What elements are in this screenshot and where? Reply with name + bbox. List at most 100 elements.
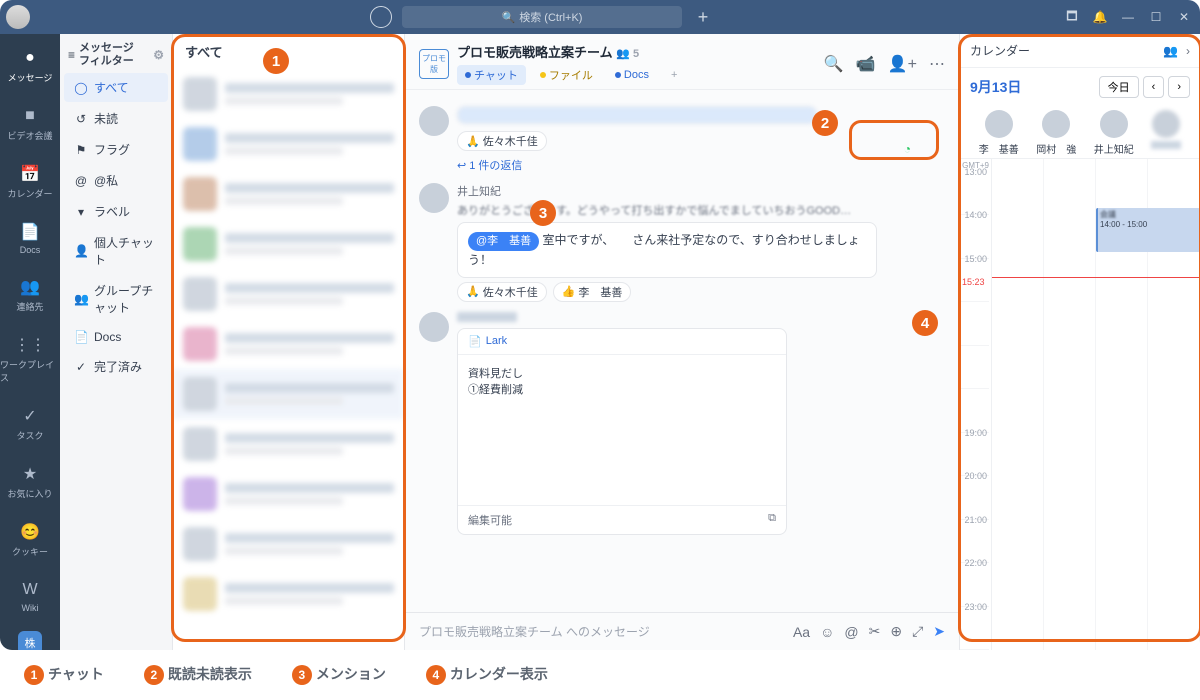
chat-list: すべて xyxy=(173,34,405,650)
filter-column: ≡ メッセージ フィルター ⚙ ◯すべて ↺未読 ⚑フラグ @@私 ▾ラベル 👤… xyxy=(60,34,173,650)
nav-contacts[interactable]: 👥連絡先 xyxy=(16,273,43,317)
filter-flag[interactable]: ⚑フラグ xyxy=(64,135,168,164)
person[interactable]: 井上知紀 xyxy=(1094,110,1134,156)
close-icon[interactable]: ✕ xyxy=(1174,7,1194,27)
filter-dm[interactable]: 👤個人チャット xyxy=(64,228,168,274)
message-bubble: @李 基善 室中ですが、 さん来社予定なので、すり合わせしましょう！ xyxy=(457,222,877,278)
format-icon[interactable]: Aa xyxy=(793,624,810,640)
nav-video[interactable]: ■ビデオ会議 xyxy=(7,102,52,146)
tab-chat[interactable]: チャット xyxy=(457,65,526,85)
callout-2: 2 xyxy=(812,110,838,136)
minimize-icon[interactable]: — xyxy=(1118,7,1138,27)
gear-icon[interactable]: ⚙ xyxy=(153,48,164,62)
room-title: プロモ販売戦略立案チーム 👥 5 xyxy=(457,42,685,61)
avatar[interactable] xyxy=(419,106,449,136)
reply-count[interactable]: ↩ 1 件の返信 xyxy=(457,157,945,173)
chevron-right-icon[interactable]: › xyxy=(1186,44,1190,58)
smile-icon: 😊 xyxy=(20,522,40,542)
nav-task[interactable]: ✓タスク xyxy=(16,402,43,446)
maximize-icon[interactable]: ☐ xyxy=(1146,7,1166,27)
chat-header: プロモ版 プロモ販売戦略立案チーム 👥 5 チャット ファイル Docs + 🔍… xyxy=(405,34,959,90)
tab-docs[interactable]: Docs xyxy=(607,67,657,83)
calendar-header: カレンダー 👥 › xyxy=(960,34,1200,68)
org-badge[interactable]: 株 xyxy=(18,631,42,650)
legend: 1チャット 2既読未読表示 3メンション 4カレンダー表示 xyxy=(0,650,1200,699)
filter-done[interactable]: ✓完了済み xyxy=(64,352,168,381)
message: 📄 Lark 資料見だし ①経費削減 編集可能⧉ xyxy=(419,312,945,535)
search-in-chat-icon[interactable]: 🔍 xyxy=(824,54,844,74)
nav-wiki[interactable]: WWiki xyxy=(20,576,40,617)
tab-add[interactable]: + xyxy=(663,67,685,83)
titlebar: 🔍 検索 (Ctrl+K) + 🗖 🔔 — ☐ ✕ xyxy=(0,0,1200,34)
nav-calendar[interactable]: 📅カレンダー xyxy=(7,160,52,204)
nav-favorite[interactable]: ★お気に入り xyxy=(7,460,52,504)
grid-icon: ⋮⋮ xyxy=(20,335,40,355)
profile-avatar[interactable] xyxy=(6,5,30,29)
at-icon[interactable]: @ xyxy=(844,624,858,640)
calendar-icon: 📅 xyxy=(20,164,40,184)
scissors-icon[interactable]: ✂ xyxy=(869,623,881,640)
doc-header: 📄 Lark xyxy=(458,329,786,355)
avatar[interactable] xyxy=(419,312,449,342)
filter-all[interactable]: ◯すべて xyxy=(64,73,168,102)
mention-chip[interactable]: @李 基善 xyxy=(468,232,539,251)
star-icon: ★ xyxy=(20,464,40,484)
nav-messages[interactable]: ●メッセージ xyxy=(8,44,53,88)
menu-icon[interactable]: ≡ xyxy=(68,48,75,62)
nav-workplace[interactable]: ⋮⋮ワークプレイス xyxy=(0,331,60,388)
task-icon: ✓ xyxy=(20,406,40,426)
calendar-people: 李 基善 岡村 強 井上知紀 xyxy=(960,106,1200,159)
filter-group[interactable]: 👥グループチャット xyxy=(64,276,168,322)
doc-card[interactable]: 📄 Lark 資料見だし ①経費削減 編集可能⧉ xyxy=(457,328,787,535)
layout-icon[interactable]: 🗖 xyxy=(1062,7,1082,27)
chat-body: 🙏 佐々木千佳 ↩ 1 件の返信 ◔ 井上知紀 ありがとうございます。どうやって… xyxy=(405,90,959,612)
person[interactable] xyxy=(1151,110,1181,156)
history-icon[interactable] xyxy=(370,6,392,28)
video-icon: ■ xyxy=(20,106,40,126)
chat-input[interactable]: プロモ販売戦略立案チーム へのメッセージ Aa ☺ @ ✂ ⊕ ⤢ ➤ xyxy=(405,612,959,650)
prev-button[interactable]: ‹ xyxy=(1143,76,1165,98)
emoji-icon[interactable]: ☺ xyxy=(820,624,834,640)
filter-docs[interactable]: 📄Docs xyxy=(64,324,168,350)
filter-header: ≡ メッセージ フィルター ⚙ xyxy=(60,34,172,72)
send-icon[interactable]: ➤ xyxy=(933,623,945,640)
reaction[interactable]: 👍 李 基善 xyxy=(553,282,632,302)
reaction[interactable]: 🙏 佐々木千佳 xyxy=(457,282,547,302)
nav-cookie[interactable]: 😊クッキー xyxy=(12,518,48,562)
expand-icon[interactable]: ⤢ xyxy=(912,623,923,640)
contacts-icon: 👥 xyxy=(20,277,40,297)
today-button[interactable]: 今日 xyxy=(1099,76,1139,98)
calendar-event[interactable]: 会議14:00 - 15:00 xyxy=(1096,208,1200,252)
search-input[interactable]: 🔍 検索 (Ctrl+K) xyxy=(402,6,682,28)
person[interactable]: 李 基善 xyxy=(979,110,1019,156)
next-button[interactable]: › xyxy=(1168,76,1190,98)
wiki-icon: W xyxy=(20,580,40,600)
new-button[interactable]: + xyxy=(692,6,714,28)
plus-circle-icon[interactable]: ⊕ xyxy=(890,623,902,640)
calendar-grid[interactable]: GMT+9 13:00 14:00 15:00 19:00 20:00 21:0… xyxy=(960,159,1200,650)
message: 井上知紀 ありがとうございます。どうやって打ち出すかで悩んでましていちおうGOO… xyxy=(419,183,945,302)
people-icon[interactable]: 👥 xyxy=(1163,44,1178,58)
notify-icon[interactable]: 🔔 xyxy=(1090,7,1110,27)
nav-rail: ●メッセージ ■ビデオ会議 📅カレンダー 📄Docs 👥連絡先 ⋮⋮ワークプレイ… xyxy=(0,34,60,650)
more-icon[interactable]: ⋯ xyxy=(929,54,945,74)
filter-unread[interactable]: ↺未読 xyxy=(64,104,168,133)
person[interactable]: 岡村 強 xyxy=(1036,110,1076,156)
filter-atme[interactable]: @@私 xyxy=(64,166,168,195)
callout-3: 3 xyxy=(530,200,556,226)
add-member-icon[interactable]: 👤+ xyxy=(888,54,917,74)
callout-1: 1 xyxy=(263,48,289,74)
doc-body: 資料見だし ①経費削減 xyxy=(458,355,786,505)
filter-label[interactable]: ▾ラベル xyxy=(64,197,168,226)
chat-items[interactable] xyxy=(173,69,404,650)
doc-footer: 編集可能⧉ xyxy=(458,505,786,534)
reaction[interactable]: 🙏 佐々木千佳 xyxy=(457,131,547,151)
avatar[interactable] xyxy=(419,183,449,213)
nav-docs[interactable]: 📄Docs xyxy=(20,218,41,259)
docs-icon: 📄 xyxy=(20,222,40,242)
video-call-icon[interactable]: 📹 xyxy=(856,54,876,74)
callout-4: 4 xyxy=(912,310,938,336)
tab-file[interactable]: ファイル xyxy=(532,65,601,85)
room-logo: プロモ版 xyxy=(419,49,449,79)
copy-icon[interactable]: ⧉ xyxy=(768,512,776,528)
